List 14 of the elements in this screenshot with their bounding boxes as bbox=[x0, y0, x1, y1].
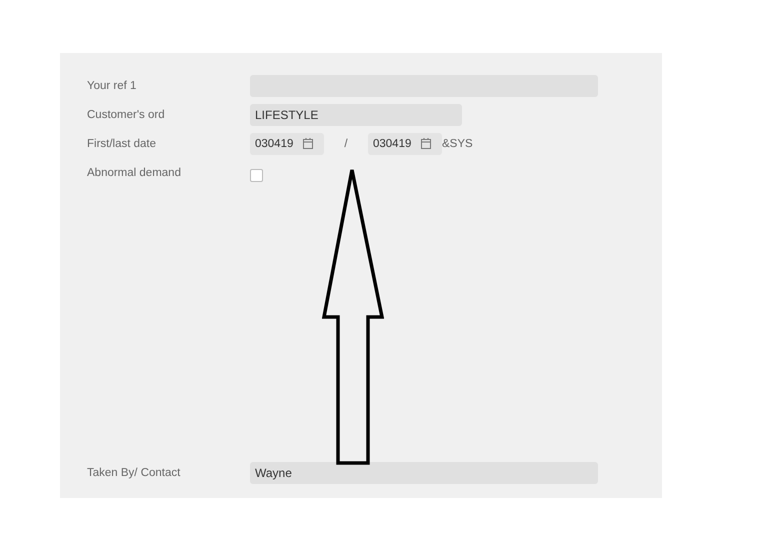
field-label: First/last date bbox=[87, 138, 158, 150]
calendar-icon[interactable] bbox=[421, 138, 432, 149]
field-label: Abnormal demand bbox=[87, 166, 182, 178]
text-field[interactable]: Wayne bbox=[250, 462, 598, 484]
field-label: Customer's ord bbox=[87, 108, 166, 120]
field-label: Your ref 1 bbox=[87, 80, 138, 92]
text-field[interactable]: LIFESTYLE bbox=[250, 104, 462, 126]
separator-text: / bbox=[343, 138, 349, 150]
calendar-icon[interactable] bbox=[303, 138, 314, 149]
date-field[interactable]: 030419 bbox=[250, 132, 324, 154]
date-field[interactable]: 030419 bbox=[368, 132, 442, 154]
checkbox[interactable] bbox=[250, 169, 263, 182]
suffix-text: &SYS bbox=[442, 138, 473, 150]
field-label: Taken By/ Contact bbox=[87, 466, 182, 478]
